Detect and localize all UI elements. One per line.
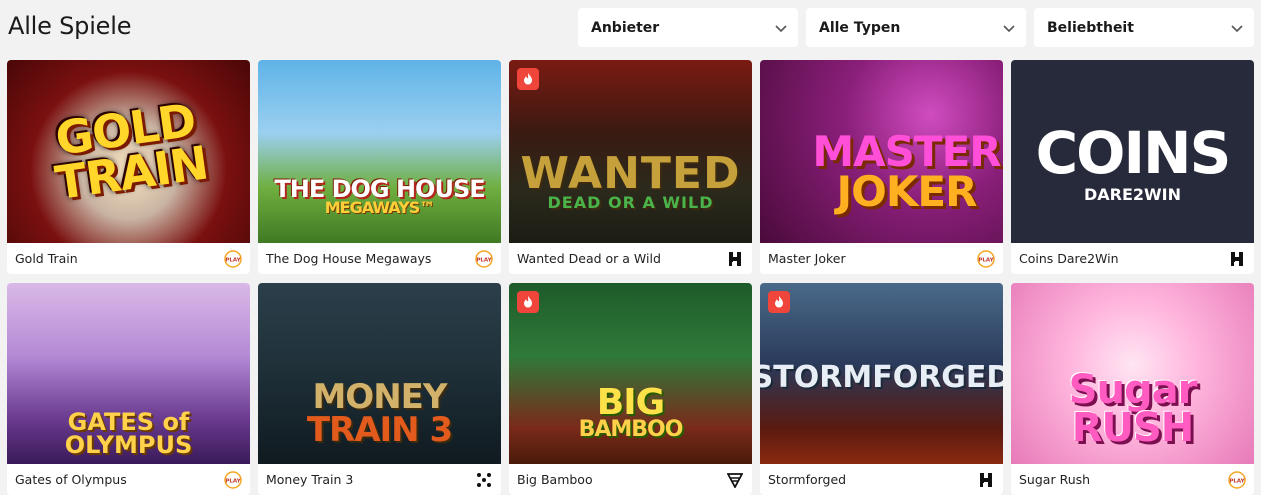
play-logo-icon: PLAY [224, 249, 242, 268]
game-thumbnail[interactable]: THE DOG HOUSE MEGAWAYS™ [258, 60, 501, 243]
game-logo: Sugar [1068, 366, 1198, 413]
game-logo: MONEY [312, 377, 447, 418]
game-card[interactable]: GOLD TRAIN Gold Train PLAY [7, 60, 250, 274]
type-filter-dropdown[interactable]: Alle Typen [806, 8, 1026, 47]
sort-label: Beliebtheit [1047, 19, 1134, 36]
page-title: Alle Spiele [8, 12, 132, 40]
provider-filter-dropdown[interactable]: Anbieter [578, 8, 798, 47]
game-logo-sub: DARE2WIN [1083, 185, 1182, 205]
game-thumbnail[interactable]: WANTED DEAD OR A WILD [509, 60, 752, 243]
game-title: Money Train 3 [266, 472, 354, 487]
svg-text:PLAY: PLAY [978, 257, 994, 263]
chevron-down-icon [774, 21, 788, 35]
game-logo: STORMFORGED [760, 360, 1003, 396]
flame-icon [768, 291, 790, 313]
chevron-down-icon [1002, 21, 1016, 35]
game-logo-sub: TRAIN 3 [306, 409, 453, 450]
game-title: The Dog House Megaways [266, 251, 432, 266]
game-thumbnail[interactable]: GOLD TRAIN [7, 60, 250, 243]
svg-text:PLAY: PLAY [476, 257, 492, 263]
game-logo: GATES of OLYMPUS [64, 407, 193, 459]
game-card[interactable]: Sugar RUSH Sugar Rush PLAY [1011, 283, 1254, 495]
svg-text:PLAY: PLAY [1229, 478, 1245, 484]
game-thumbnail[interactable]: BIG BAMBOO [509, 283, 752, 464]
game-title: Wanted Dead or a Wild [517, 251, 661, 266]
play-logo-icon: PLAY [1228, 470, 1246, 489]
game-thumbnail[interactable]: COINS DARE2WIN [1011, 60, 1254, 243]
provider-filter-label: Anbieter [591, 19, 660, 36]
game-logo-sub: MEGAWAYS™ [324, 198, 436, 218]
game-thumbnail[interactable]: STORMFORGED [760, 283, 1003, 464]
game-title: Gold Train [15, 251, 78, 266]
game-title: Sugar Rush [1019, 472, 1091, 487]
flame-icon [517, 291, 539, 313]
game-logo-sub: RUSH [1071, 404, 1195, 451]
game-thumbnail[interactable]: GATES of OLYMPUS [7, 283, 250, 464]
hacksaw-logo-icon [1228, 250, 1246, 268]
game-card[interactable]: STORMFORGED Stormforged [760, 283, 1003, 495]
game-thumbnail[interactable]: MASTER JOKER [760, 60, 1003, 243]
game-card[interactable]: COINS DARE2WIN Coins Dare2Win [1011, 60, 1254, 274]
game-card[interactable]: THE DOG HOUSE MEGAWAYS™ The Dog House Meg… [258, 60, 501, 274]
play-logo-icon: PLAY [224, 470, 242, 489]
svg-text:PLAY: PLAY [225, 257, 241, 263]
hacksaw-logo-icon [726, 250, 744, 268]
play-logo-icon: PLAY [977, 249, 995, 268]
flame-icon [517, 68, 539, 90]
game-title: Coins Dare2Win [1019, 251, 1119, 266]
play-logo-icon: PLAY [475, 249, 493, 268]
game-title: Big Bamboo [517, 472, 593, 487]
game-card[interactable]: BIG BAMBOO Big Bamboo [509, 283, 752, 495]
game-logo-sub: BAMBOO [578, 417, 684, 443]
hacksaw-logo-icon [977, 471, 995, 489]
game-grid: GOLD TRAIN Gold Train PLAY THE DOG HOUSE… [7, 60, 1254, 495]
game-card[interactable]: MASTER JOKER Master Joker PLAY [760, 60, 1003, 274]
game-logo-sub: JOKER [836, 166, 978, 216]
game-thumbnail[interactable]: Sugar RUSH [1011, 283, 1254, 464]
game-logo: WANTED [520, 148, 741, 199]
game-logo: COINS [1035, 119, 1232, 188]
game-title: Stormforged [768, 472, 847, 487]
type-filter-label: Alle Typen [819, 19, 901, 36]
game-logo: MASTER [812, 126, 1001, 176]
push-gaming-icon [726, 471, 744, 489]
game-title: Master Joker [768, 251, 846, 266]
game-logo-sub: DEAD OR A WILD [547, 192, 714, 212]
svg-text:PLAY: PLAY [225, 478, 241, 484]
chevron-down-icon [1230, 21, 1244, 35]
relax-dots-icon [475, 471, 493, 489]
game-card[interactable]: GATES of OLYMPUS Gates of Olympus PLAY [7, 283, 250, 495]
game-logo: GOLD TRAIN [51, 92, 211, 210]
game-card[interactable]: MONEY TRAIN 3 Money Train 3 [258, 283, 501, 495]
game-title: Gates of Olympus [15, 472, 127, 487]
game-thumbnail[interactable]: MONEY TRAIN 3 [258, 283, 501, 464]
game-card[interactable]: WANTED DEAD OR A WILD Wanted Dead or a Wi… [509, 60, 752, 274]
sort-dropdown[interactable]: Beliebtheit [1034, 8, 1254, 47]
